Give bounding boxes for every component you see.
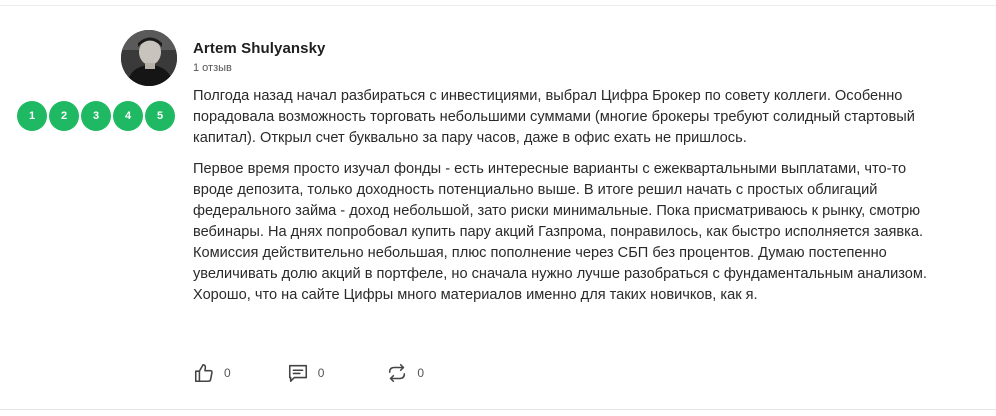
rating-option-4[interactable]: 4 [113, 101, 143, 131]
comment-count: 0 [317, 366, 325, 380]
avatar-photo [121, 30, 177, 86]
review-actions: 0 0 0 [193, 362, 424, 384]
bottom-divider [0, 409, 996, 410]
rating-option-5[interactable]: 5 [145, 101, 175, 131]
review-paragraph: Первое время просто изучал фонды - есть … [193, 161, 927, 303]
rating-option-3[interactable]: 3 [81, 101, 111, 131]
repost-icon [389, 363, 406, 383]
review-count[interactable]: 1 отзыв [193, 62, 232, 74]
comment-button[interactable]: 0 [287, 362, 325, 384]
thumbs-up-icon [194, 363, 213, 383]
avatar[interactable] [121, 30, 177, 86]
repost-button[interactable]: 0 [386, 362, 424, 384]
top-divider [0, 5, 996, 6]
comment-icon [288, 364, 307, 383]
author-name[interactable]: Artem Shulyansky [193, 40, 325, 57]
like-button[interactable]: 0 [193, 362, 231, 384]
rating-option-2[interactable]: 2 [49, 101, 79, 131]
rating-option-1[interactable]: 1 [17, 101, 47, 131]
review-text: Полгода назад начал разбираться с инвест… [193, 86, 938, 316]
like-count: 0 [224, 366, 231, 380]
rating-selector: 1 2 3 4 5 [17, 101, 175, 131]
review-paragraph: Полгода назад начал разбираться с инвест… [193, 88, 915, 146]
repost-count: 0 [417, 366, 425, 380]
